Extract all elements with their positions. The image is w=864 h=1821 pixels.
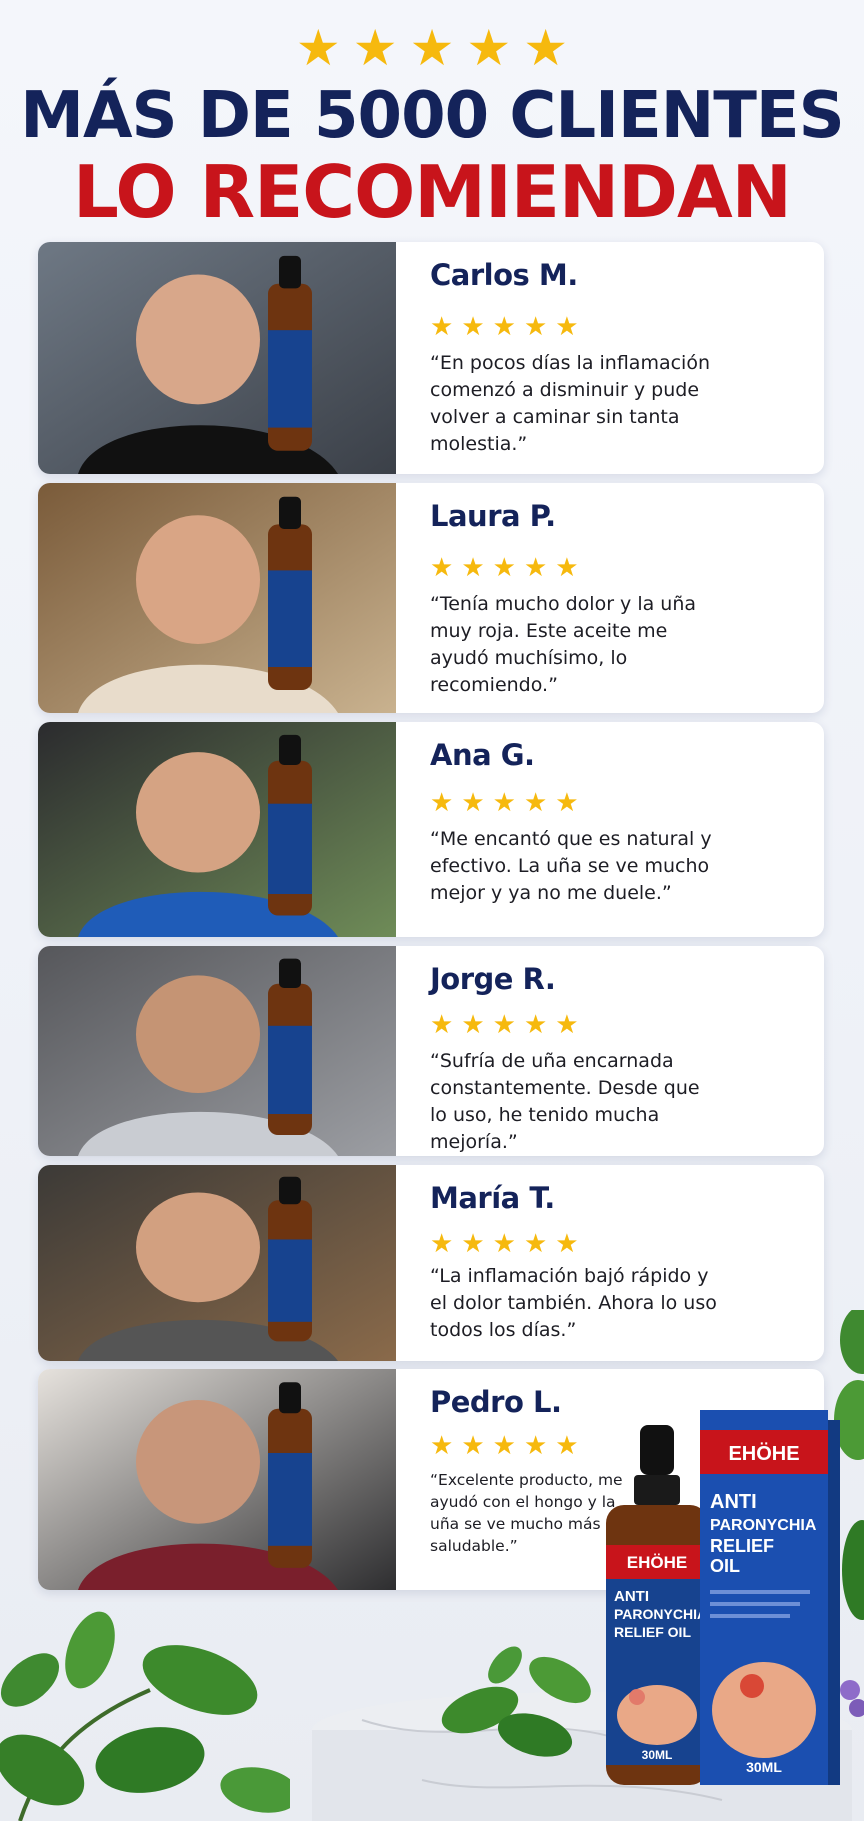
reviewer-name: Jorge R.	[430, 962, 556, 996]
review-text: “Me encantó que es natural y efectivo. L…	[430, 828, 712, 904]
svg-text:RELIEF OIL: RELIEF OIL	[614, 1624, 691, 1640]
star-icon: ★	[492, 787, 516, 817]
star-icon: ★	[523, 311, 548, 341]
star-icon: ★	[492, 1228, 516, 1258]
star-icon: ★	[430, 1009, 454, 1039]
svg-text:EHÖHE: EHÖHE	[627, 1553, 687, 1572]
leaves-decoration	[441, 1646, 591, 1757]
svg-text:PARONYCHIA: PARONYCHIA	[710, 1517, 817, 1534]
customer-photo	[38, 722, 396, 937]
star-icon: ★	[555, 1228, 579, 1258]
svg-text:30ML: 30ML	[746, 1759, 782, 1775]
customer-photo	[38, 1165, 396, 1361]
star-icon: ★	[523, 1009, 548, 1039]
star-icon: ★	[555, 311, 579, 341]
customer-photo	[38, 1369, 396, 1590]
svg-text:30ML: 30ML	[642, 1748, 673, 1762]
star-icon: ★	[466, 20, 512, 76]
star-icon: ★	[430, 311, 454, 341]
star-icon: ★	[492, 552, 516, 582]
reviewer-name: Ana G.	[430, 738, 535, 772]
rating-stars: ★ ★ ★ ★ ★	[430, 312, 579, 340]
star-icon: ★	[461, 1009, 485, 1039]
rating-stars: ★ ★ ★ ★ ★	[430, 1431, 579, 1459]
review-card: María T. ★ ★ ★ ★ ★ “La inflamación bajó rápi…	[38, 1165, 824, 1361]
customer-photo	[38, 483, 396, 713]
star-icon: ★	[430, 552, 454, 582]
reviewer-name: María T.	[430, 1181, 555, 1215]
star-icon: ★	[523, 20, 569, 76]
svg-text:ANTI: ANTI	[710, 1491, 757, 1513]
product-box: EHÖHE ANTI PARONYCHIA RELIEF OIL 30ML	[700, 1410, 840, 1785]
svg-text:EHÖHE: EHÖHE	[728, 1442, 799, 1465]
star-icon: ★	[461, 552, 485, 582]
rating-stars: ★ ★ ★ ★ ★	[430, 553, 579, 581]
star-icon: ★	[523, 1430, 548, 1460]
header-rating-stars: ★ ★ ★ ★ ★	[0, 20, 864, 76]
star-icon: ★	[430, 787, 454, 817]
review-text: “La inflamación bajó rápido y el dolor t…	[430, 1265, 717, 1341]
review-card: Carlos M. ★ ★ ★ ★ ★ “En pocos días la inflam…	[38, 242, 824, 474]
star-icon: ★	[352, 20, 398, 76]
customer-photo	[38, 946, 396, 1156]
star-icon: ★	[461, 787, 485, 817]
svg-text:RELIEF: RELIEF	[710, 1536, 774, 1556]
star-icon: ★	[523, 1228, 548, 1258]
svg-text:PARONYCHIA: PARONYCHIA	[614, 1606, 707, 1622]
headline-highlight: LO RECOMIENDAN	[73, 150, 792, 234]
customer-photo	[38, 242, 396, 474]
reviewer-name: Pedro L.	[430, 1385, 562, 1419]
star-icon: ★	[492, 1430, 516, 1460]
star-icon: ★	[555, 787, 579, 817]
star-icon: ★	[430, 1430, 454, 1460]
star-icon: ★	[555, 1009, 579, 1039]
review-card: Laura P. ★ ★ ★ ★ ★ “Tenía mucho dolor y la u…	[38, 483, 824, 713]
review-text: “En pocos días la inflamación comenzó a …	[430, 352, 710, 455]
rating-stars: ★ ★ ★ ★ ★	[430, 1010, 579, 1038]
svg-text:OIL: OIL	[710, 1556, 740, 1576]
leaves-decoration	[0, 1611, 290, 1821]
reviewer-name: Laura P.	[430, 499, 556, 533]
review-card: Jorge R. ★ ★ ★ ★ ★ “Sufría de uña encarnada …	[38, 946, 824, 1156]
headline: MÁS DE 5000 CLIENTES	[20, 79, 844, 153]
star-icon: ★	[295, 20, 341, 76]
star-icon: ★	[523, 552, 548, 582]
star-icon: ★	[409, 20, 455, 76]
review-text: “Tenía mucho dolor y la uña muy roja. Es…	[430, 593, 697, 696]
rating-stars: ★ ★ ★ ★ ★	[430, 1229, 579, 1257]
review-text: “Sufría de uña encarnada constantemente.…	[430, 1050, 700, 1153]
rating-stars: ★ ★ ★ ★ ★	[430, 788, 579, 816]
star-icon: ★	[555, 552, 579, 582]
star-icon: ★	[461, 1430, 485, 1460]
product-bottle: EHÖHE ANTI PARONYCHIA RELIEF OIL 30ML	[602, 1425, 712, 1785]
star-icon: ★	[430, 1228, 454, 1258]
svg-text:ANTI: ANTI	[614, 1588, 649, 1605]
star-icon: ★	[523, 787, 548, 817]
star-icon: ★	[461, 311, 485, 341]
star-icon: ★	[492, 311, 516, 341]
review-card: Ana G. ★ ★ ★ ★ ★ “Me encantó que es natural …	[38, 722, 824, 937]
star-icon: ★	[555, 1430, 579, 1460]
star-icon: ★	[492, 1009, 516, 1039]
star-icon: ★	[461, 1228, 485, 1258]
reviewer-name: Carlos M.	[430, 258, 578, 292]
